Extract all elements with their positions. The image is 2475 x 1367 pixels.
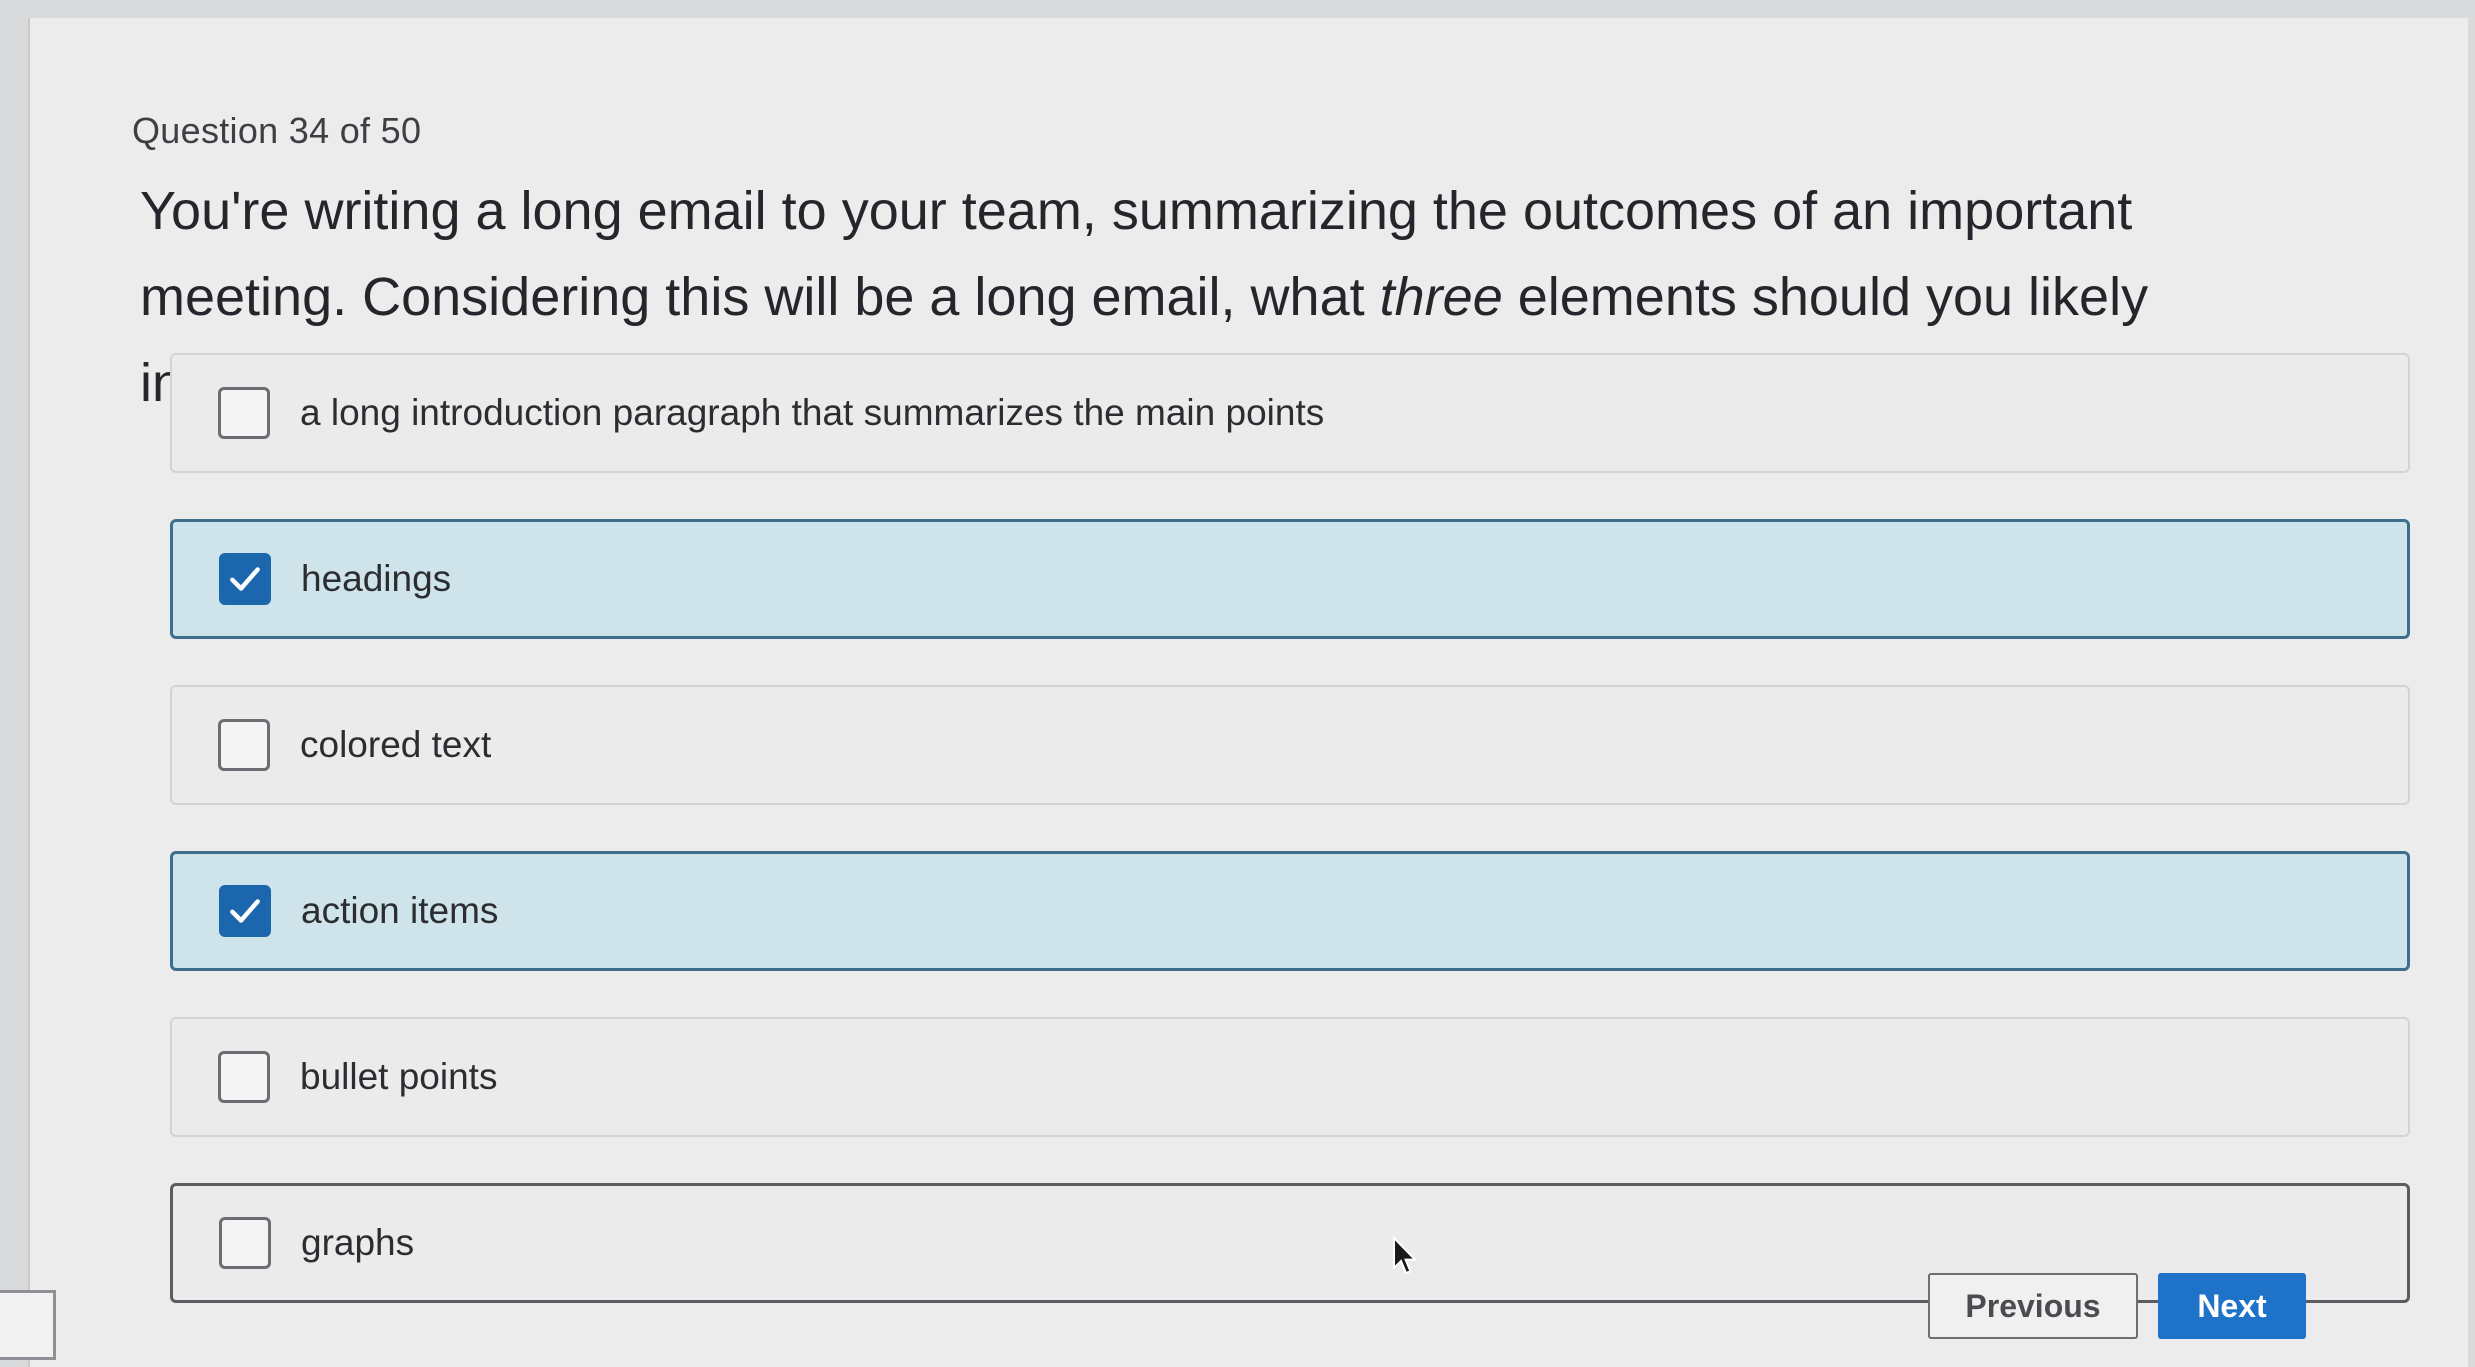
option-headings[interactable]: headings	[170, 519, 2410, 639]
option-label: a long introduction paragraph that summa…	[300, 392, 1325, 433]
checkbox-unchecked[interactable]	[218, 1051, 270, 1103]
option-label: bullet points	[300, 1056, 498, 1097]
option-action-items[interactable]: action items	[170, 851, 2410, 971]
question-counter: Question 34 of 50	[132, 110, 422, 151]
option-colored-text[interactable]: colored text	[170, 685, 2410, 805]
next-button[interactable]: Next	[2158, 1273, 2306, 1339]
option-label: action items	[301, 890, 499, 931]
option-bullet-points[interactable]: bullet points	[170, 1017, 2410, 1137]
checkbox-unchecked[interactable]	[218, 387, 270, 439]
checkbox-checked[interactable]	[219, 885, 271, 937]
checkbox-unchecked[interactable]	[219, 1217, 271, 1269]
option-long-introduction[interactable]: a long introduction paragraph that summa…	[170, 353, 2410, 473]
answer-options: a long introduction paragraph that summa…	[170, 353, 2410, 1349]
checkbox-checked[interactable]	[219, 553, 271, 605]
quiz-panel: Question 34 of 50 You're writing a long …	[28, 18, 2468, 1367]
checkmark-icon	[230, 899, 260, 923]
mouse-pointer-icon	[1393, 1236, 1418, 1275]
left-edge-frame	[0, 1290, 56, 1360]
checkmark-icon	[230, 567, 260, 591]
option-label: colored text	[300, 724, 492, 765]
option-label: graphs	[301, 1222, 415, 1263]
question-text-emphasis: three	[1379, 267, 1503, 327]
checkbox-unchecked[interactable]	[218, 719, 270, 771]
option-label: headings	[301, 558, 452, 599]
previous-button[interactable]: Previous	[1928, 1273, 2138, 1339]
